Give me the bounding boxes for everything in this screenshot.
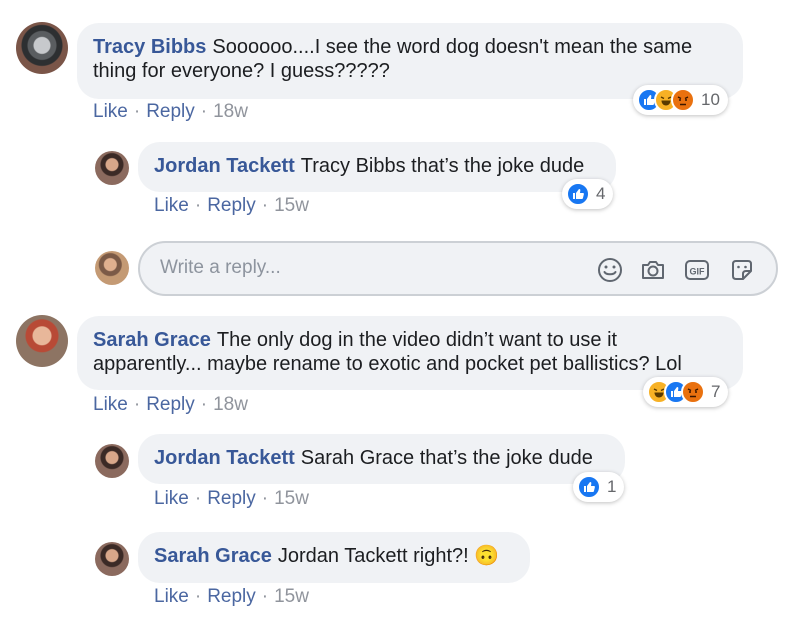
like-link[interactable]: Like	[154, 195, 189, 216]
timestamp[interactable]: 15w	[274, 488, 309, 509]
comment-author[interactable]: Jordan Tackett	[154, 447, 295, 469]
like-link[interactable]: Like	[93, 101, 128, 122]
comment-bubble: Jordan Tackett Sarah Grace that’s the jok…	[138, 434, 625, 484]
avatar[interactable]	[95, 151, 129, 185]
comment-author[interactable]: Tracy Bibbs	[93, 36, 206, 58]
comment-actions: Like · Reply · 18w	[93, 394, 248, 415]
timestamp[interactable]: 15w	[274, 195, 309, 216]
reply-link[interactable]: Reply	[146, 394, 195, 415]
angry-reaction-icon	[671, 88, 695, 112]
comment-text: Tracy Bibbs that’s the joke dude	[300, 155, 585, 177]
comment-actions: Like · Reply · 15w	[154, 586, 309, 607]
comment-actions: Like · Reply · 18w	[93, 101, 248, 122]
reaction-count: 1	[607, 477, 617, 496]
camera-icon[interactable]	[639, 256, 667, 284]
reaction-count: 4	[596, 184, 606, 203]
angry-reaction-icon	[681, 380, 705, 404]
comment-author[interactable]: Sarah Grace	[93, 329, 211, 351]
sticker-icon[interactable]	[728, 256, 756, 284]
comment-bubble: Sarah Grace The only dog in the video did…	[77, 316, 743, 390]
like-link[interactable]: Like	[154, 488, 189, 509]
avatar[interactable]	[95, 444, 129, 478]
comment-bubble: Jordan Tackett Tracy Bibbs that’s the jok…	[138, 142, 616, 192]
avatar[interactable]	[95, 542, 129, 576]
like-link[interactable]: Like	[154, 586, 189, 607]
reaction-count: 7	[711, 382, 721, 401]
avatar[interactable]	[16, 22, 68, 74]
like-reaction-icon	[566, 182, 590, 206]
reply-link[interactable]: Reply	[207, 586, 256, 607]
like-reaction-icon	[577, 475, 601, 499]
comment-actions: Like · Reply · 15w	[154, 488, 309, 509]
comment-author[interactable]: Jordan Tackett	[154, 155, 295, 177]
reaction-summary[interactable]: 10	[633, 85, 728, 115]
reaction-count: 10	[701, 90, 720, 109]
comment-text: Jordan Tackett right?! 🙃	[277, 545, 500, 567]
reaction-summary[interactable]: 7	[643, 377, 729, 407]
reply-link[interactable]: Reply	[207, 488, 256, 509]
timestamp[interactable]: 18w	[213, 394, 248, 415]
avatar[interactable]	[16, 315, 68, 367]
timestamp[interactable]: 18w	[213, 101, 248, 122]
emoji-icon[interactable]	[596, 256, 624, 284]
current-user-avatar	[95, 251, 129, 285]
reply-link[interactable]: Reply	[146, 101, 195, 122]
reply-input[interactable]	[158, 256, 542, 280]
reaction-summary[interactable]: 1	[573, 472, 625, 502]
comment-author[interactable]: Sarah Grace	[154, 545, 272, 567]
reaction-summary[interactable]: 4	[562, 179, 614, 209]
like-link[interactable]: Like	[93, 394, 128, 415]
svg-text:GIF: GIF	[690, 267, 706, 277]
comment-text: Sarah Grace that’s the joke dude	[300, 447, 593, 469]
reply-composer[interactable]: GIF	[138, 241, 778, 296]
comment-actions: Like · Reply · 15w	[154, 195, 309, 216]
gif-icon[interactable]: GIF	[683, 256, 711, 284]
timestamp[interactable]: 15w	[274, 586, 309, 607]
comment-bubble: Sarah Grace Jordan Tackett right?! 🙃	[138, 532, 530, 583]
reply-link[interactable]: Reply	[207, 195, 256, 216]
